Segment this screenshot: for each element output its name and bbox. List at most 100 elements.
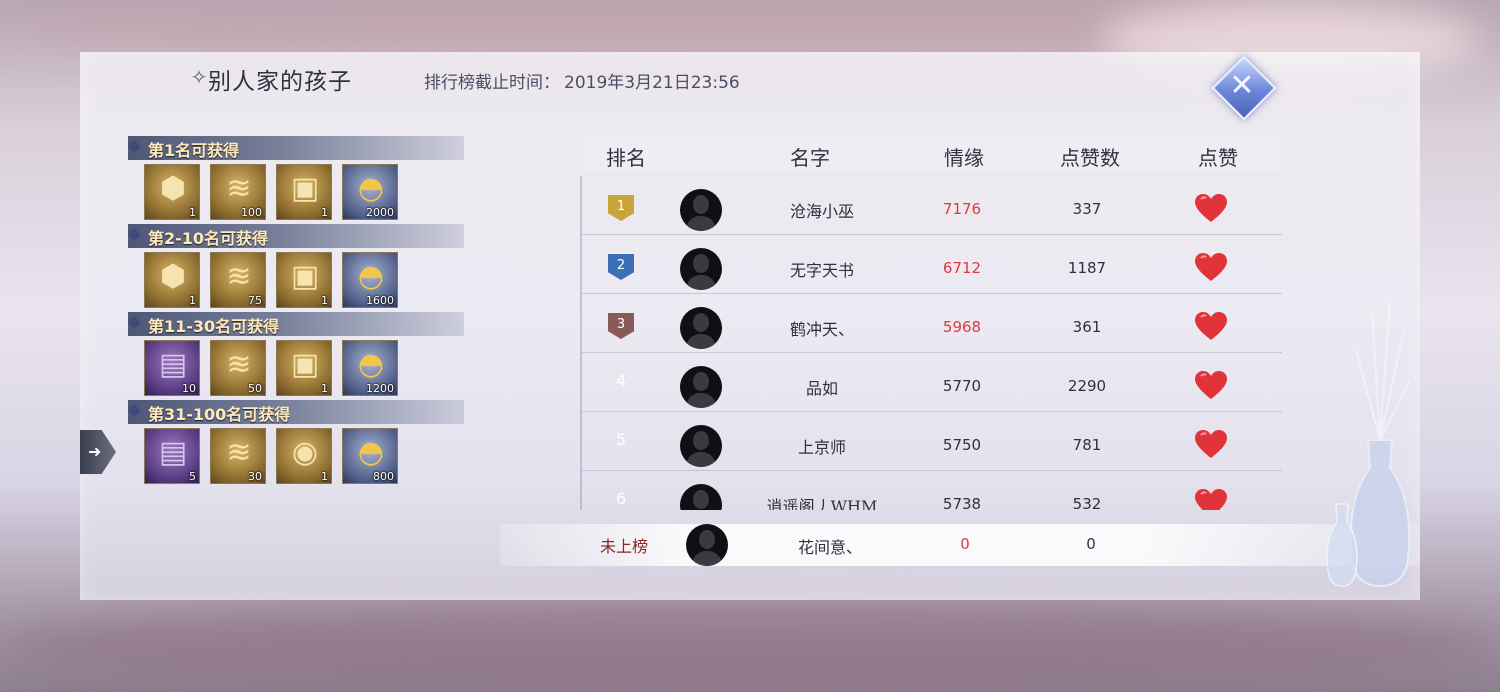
my-likes: 0: [1086, 535, 1096, 553]
player-name: 逍遥阁丿WHM: [766, 497, 878, 510]
reward-item-count: 1: [189, 294, 196, 307]
header-qingyuan: 情缘: [944, 146, 984, 170]
rank-number: 3: [616, 317, 626, 332]
like-heart-icon[interactable]: [1194, 312, 1228, 342]
reward-tier-header: 第31-100名可获得: [128, 400, 464, 424]
likes-count: 781: [1072, 436, 1102, 454]
avatar[interactable]: [680, 425, 722, 467]
reward-item[interactable]: ▤ 5: [144, 428, 200, 484]
reward-item[interactable]: ≋ 30: [210, 428, 266, 484]
reward-item-count: 1600: [366, 294, 394, 307]
reward-item-count: 800: [373, 470, 394, 483]
header-name: 名字: [790, 146, 830, 170]
reward-item-count: 5: [189, 470, 196, 483]
diamond-bullet-icon: [128, 316, 141, 329]
reward-tier-label: 第11-30名可获得: [148, 317, 280, 336]
vase-decoration: [1326, 299, 1411, 588]
diamond-bullet-icon: [128, 140, 141, 153]
avatar[interactable]: [680, 484, 722, 510]
token-icon: ⬢: [159, 171, 187, 206]
reward-item-count: 1: [321, 206, 328, 219]
reward-item-count: 1: [321, 382, 328, 395]
reward-item[interactable]: ▣ 1: [276, 340, 332, 396]
reward-item-count: 1200: [366, 382, 394, 395]
table-row[interactable]: 5 上京师 5750 781: [582, 412, 1282, 471]
reward-item[interactable]: ▣ 1: [276, 252, 332, 308]
player-name: 鹤冲天、: [789, 320, 854, 339]
avatar[interactable]: [680, 366, 722, 408]
player-name: 上京师: [797, 438, 846, 457]
gift-box-icon: ▤: [158, 347, 188, 382]
like-heart-icon[interactable]: [1194, 194, 1228, 224]
my-avatar: [686, 524, 728, 566]
likes-count: 361: [1072, 318, 1102, 336]
reward-item-count: 100: [241, 206, 262, 219]
chest-icon: ▣: [290, 347, 320, 382]
table-row[interactable]: 3 鹤冲天、 5968 361: [582, 294, 1282, 353]
avatar[interactable]: [680, 248, 722, 290]
reward-item[interactable]: ◓ 1600: [342, 252, 398, 308]
leaderboard-list[interactable]: 1 沧海小巫 7176 337 2 无字天书 6712 1187 3 鹤冲天、 5968 361 4 品如…: [580, 176, 1282, 510]
my-qingyuan: 0: [960, 535, 970, 553]
ingot-icon: ◓: [357, 259, 385, 294]
table-row[interactable]: 2 无字天书 6712 1187: [582, 235, 1282, 294]
likes-count: 2290: [1067, 377, 1107, 395]
rank-number: 6: [615, 489, 627, 508]
reward-item-count: 50: [248, 382, 262, 395]
reward-item[interactable]: ◓ 2000: [342, 164, 398, 220]
rank-number: 4: [615, 371, 627, 390]
like-heart-icon[interactable]: [1194, 371, 1228, 401]
reward-item[interactable]: ▣ 1: [276, 164, 332, 220]
avatar[interactable]: [680, 307, 722, 349]
diamond-bullet-icon: [128, 404, 141, 417]
rank-number: 2: [616, 258, 626, 273]
like-heart-icon[interactable]: [1194, 253, 1228, 283]
qingyuan-value: 7176: [942, 200, 982, 218]
reward-item[interactable]: ≋ 75: [210, 252, 266, 308]
chest-icon: ▣: [290, 171, 320, 206]
deadline-value: 2019年3月21日23:56: [564, 73, 740, 93]
player-name: 沧海小巫: [789, 202, 854, 221]
rank-number: 1: [616, 199, 626, 214]
like-heart-icon[interactable]: [1194, 489, 1228, 510]
likes-count: 337: [1072, 200, 1102, 218]
deadline-label: 排行榜截止时间：: [424, 73, 560, 93]
reward-item[interactable]: ≋ 50: [210, 340, 266, 396]
reward-item[interactable]: ◉ 1: [276, 428, 332, 484]
qingyuan-value: 5968: [942, 318, 982, 336]
reward-item-count: 1: [321, 470, 328, 483]
table-header: 排名 名字 情缘 点赞数 点赞: [584, 136, 1280, 172]
close-icon: ✕: [1229, 68, 1255, 103]
reward-tier-header: 第2-10名可获得: [128, 224, 464, 248]
reward-item[interactable]: ⬢ 1: [144, 252, 200, 308]
reward-item[interactable]: ≋ 100: [210, 164, 266, 220]
reward-item[interactable]: ◓ 800: [342, 428, 398, 484]
like-heart-icon[interactable]: [1194, 430, 1228, 460]
avatar[interactable]: [680, 189, 722, 231]
page-title: 别人家的孩子: [208, 69, 352, 95]
header-likes: 点赞数: [1060, 146, 1120, 170]
my-name: 花间意、: [797, 538, 862, 557]
close-button[interactable]: ✕: [1211, 55, 1277, 121]
likes-count: 532: [1072, 495, 1102, 510]
rank-badge-icon: 3: [608, 313, 634, 339]
table-row[interactable]: 1 沧海小巫 7176 337: [582, 176, 1282, 235]
table-row[interactable]: 6 逍遥阁丿WHM 5738 532: [582, 471, 1282, 510]
reward-item[interactable]: ⬢ 1: [144, 164, 200, 220]
reward-item-count: 75: [248, 294, 262, 307]
chest-icon: ▣: [290, 259, 320, 294]
qingyuan-value: 5770: [942, 377, 982, 395]
reward-tier-label: 第31-100名可获得: [148, 405, 291, 424]
reward-item[interactable]: ▤ 10: [144, 340, 200, 396]
rank-badge-icon: 1: [608, 195, 634, 221]
gift-box-icon: ▤: [158, 435, 188, 470]
reward-item[interactable]: ◓ 1200: [342, 340, 398, 396]
reward-item-count: 1: [189, 206, 196, 219]
scroll-icon: ≋: [226, 347, 252, 382]
scroll-icon: ≋: [226, 435, 252, 470]
arrow-right-icon: ➜: [88, 442, 102, 461]
header-like: 点赞: [1198, 146, 1238, 170]
ingot-icon: ◓: [357, 347, 385, 382]
qingyuan-value: 5750: [942, 436, 982, 454]
table-row[interactable]: 4 品如 5770 2290: [582, 353, 1282, 412]
